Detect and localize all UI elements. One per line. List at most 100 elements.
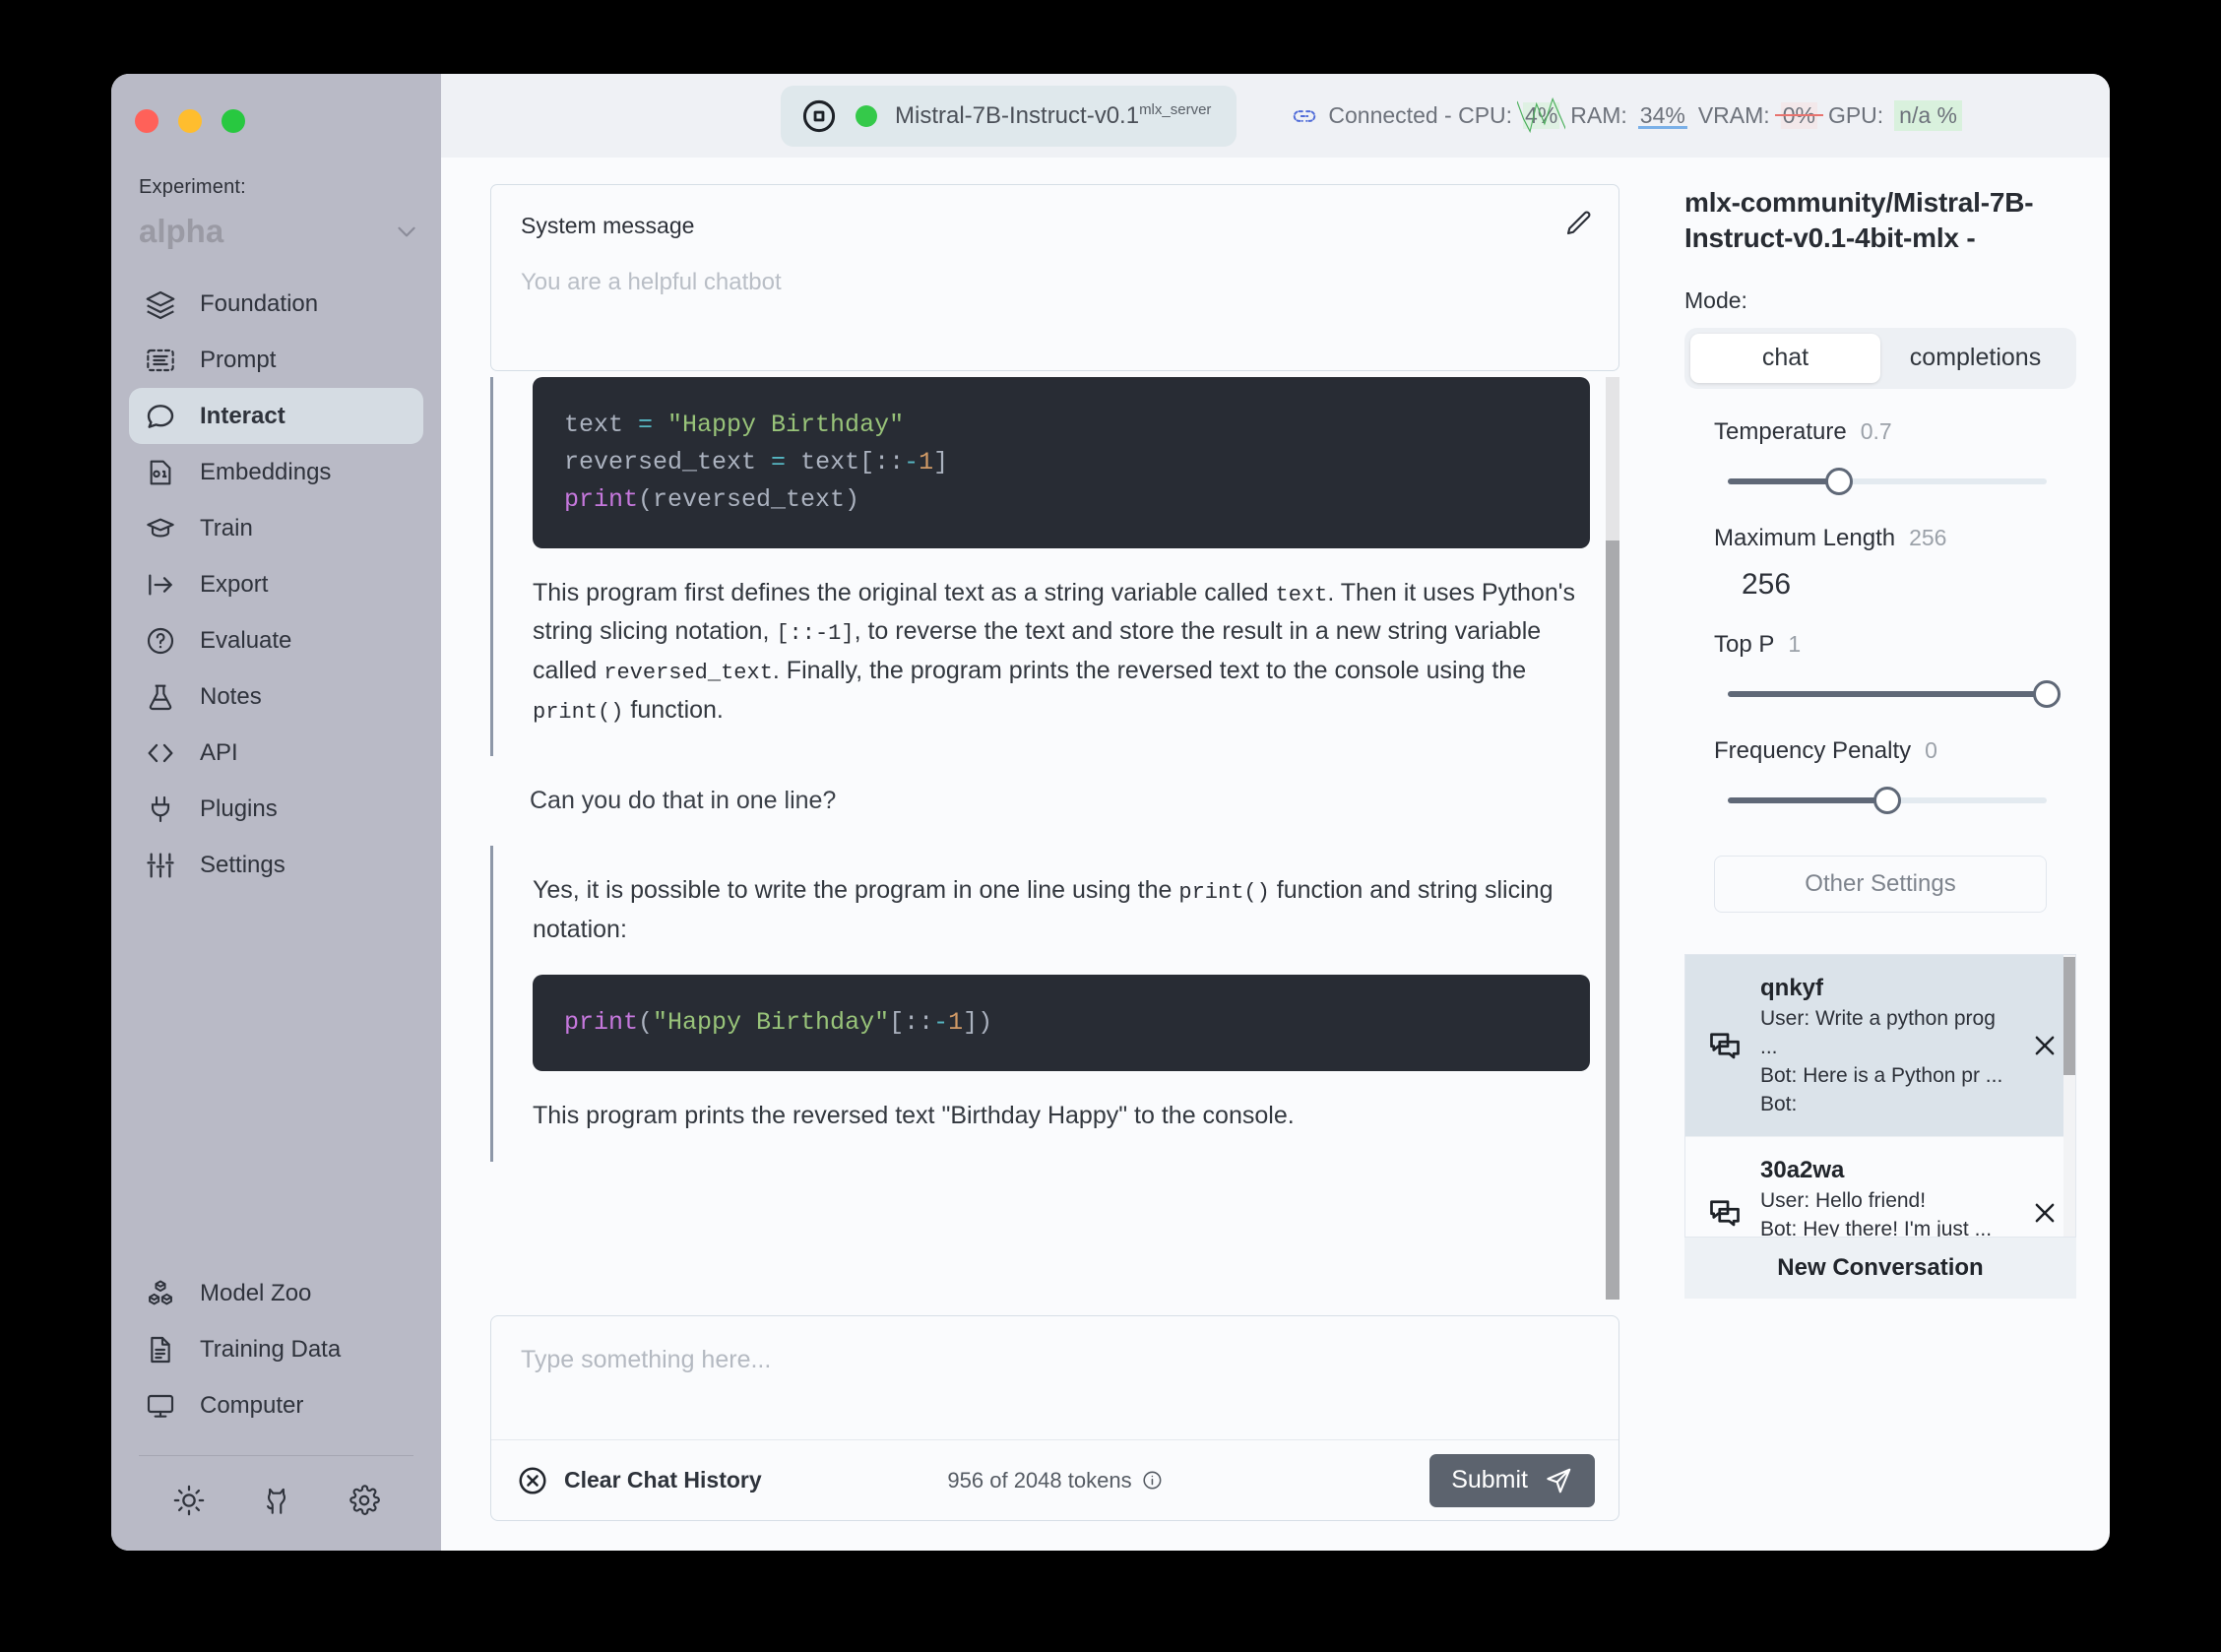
sidebar-item-label: Computer xyxy=(200,1391,304,1419)
link-icon xyxy=(1292,103,1317,129)
plug-icon xyxy=(145,794,176,825)
gear-icon[interactable] xyxy=(348,1484,381,1517)
user-text: Can you do that in one line? xyxy=(530,786,837,814)
conversation-icon xyxy=(1707,1028,1743,1063)
slider-knob[interactable] xyxy=(1825,467,1854,495)
sidebar-item-label: API xyxy=(200,738,238,766)
cubes-icon xyxy=(145,1278,176,1309)
system-message-input[interactable]: You are a helpful chatbot xyxy=(521,269,1589,296)
mode-label: Mode: xyxy=(1684,286,1747,313)
content-row: System message You are a helpful chatbot… xyxy=(441,158,2110,1551)
maximum-length-input[interactable]: 256 xyxy=(1684,568,2076,602)
sidebar-item-embeddings[interactable]: Embeddings xyxy=(129,444,423,500)
experiment-label: Experiment: xyxy=(139,176,246,198)
window-traffic-lights xyxy=(111,92,441,133)
close-icon[interactable] xyxy=(2030,1031,2060,1060)
mode-option-chat[interactable]: chat xyxy=(1690,333,1880,383)
experiment-selector[interactable]: alpha xyxy=(139,213,419,250)
settings-panel: mlx-community/Mistral-7B-Instruct-v0.1-4… xyxy=(1657,158,2110,1551)
export-arrow-icon xyxy=(145,569,176,601)
code-block: print("Happy Birthday"[::-1]) xyxy=(533,975,1590,1072)
composer-toolbar: Clear Chat History 956 of 2048 tokens Su… xyxy=(491,1439,1618,1520)
connection-status-text: Connected - CPU: xyxy=(1328,102,1513,128)
sidebar-item-label: Embeddings xyxy=(200,458,332,485)
minimize-window-button[interactable] xyxy=(178,109,202,133)
sidebar-item-settings[interactable]: Settings xyxy=(129,837,423,893)
system-message-title: System message xyxy=(521,213,695,238)
chat-message-bot: Here is a Python program that writes "Ha… xyxy=(490,377,1590,756)
submit-button-label: Submit xyxy=(1451,1466,1528,1493)
top-bar: Mistral-7B-Instruct-v0.1mlx_server Conne… xyxy=(441,74,2110,158)
flask-icon xyxy=(145,681,176,713)
conversation-item[interactable]: 30a2wa User: Hello friend! Bot: Hey ther… xyxy=(1685,1137,2075,1238)
conversation-preview-line: User: Hello friend! xyxy=(1760,1188,1927,1212)
sun-icon[interactable] xyxy=(172,1484,206,1517)
param-value: 0 xyxy=(1925,736,1937,763)
new-conversation-button[interactable]: New Conversation xyxy=(1684,1237,2076,1299)
conversation-list-scrollbar-thumb[interactable] xyxy=(2063,956,2075,1075)
chat-scroll-area[interactable]: Here is a Python program that writes "Ha… xyxy=(490,377,1619,1300)
maximize-window-button[interactable] xyxy=(222,109,245,133)
top-p-slider[interactable] xyxy=(1728,679,2061,708)
sidebar-item-notes[interactable]: Notes xyxy=(129,668,423,725)
conversation-list-scrollbar[interactable] xyxy=(2063,954,2075,1237)
stop-square-icon[interactable] xyxy=(800,97,838,135)
chat-scrollbar-thumb[interactable] xyxy=(1606,540,1619,1300)
gpu-label: GPU: xyxy=(1827,102,1884,128)
sidebar-item-export[interactable]: Export xyxy=(129,556,423,612)
slider-fill xyxy=(1728,690,2047,697)
github-cat-icon[interactable] xyxy=(260,1484,293,1517)
sidebar-item-training-data[interactable]: Training Data xyxy=(129,1321,423,1377)
frequency-penalty-slider[interactable] xyxy=(1728,786,2047,814)
other-settings-button[interactable]: Other Settings xyxy=(1714,855,2047,913)
inline-code: print() xyxy=(533,699,624,725)
pencil-icon[interactable] xyxy=(1563,209,1593,238)
conversation-preview-line: Bot: Hey there! I'm just ... xyxy=(1760,1217,1993,1238)
param-label: Top P xyxy=(1714,630,1775,658)
info-circle-icon[interactable] xyxy=(1142,1470,1163,1491)
chat-scrollbar[interactable] xyxy=(1606,377,1619,1300)
mode-option-completions[interactable]: completions xyxy=(1880,334,2070,383)
sidebar-item-plugins[interactable]: Plugins xyxy=(129,781,423,837)
close-window-button[interactable] xyxy=(135,109,159,133)
chat-bubble-icon xyxy=(145,401,176,432)
sidebar-item-foundation[interactable]: Foundation xyxy=(129,276,423,332)
slider-fill xyxy=(1728,796,1887,803)
code-block: text = "Happy Birthday" reversed_text = … xyxy=(533,377,1590,548)
cpu-metric: 4% xyxy=(1517,96,1566,134)
submit-button[interactable]: Submit xyxy=(1429,1453,1595,1507)
slider-fill xyxy=(1728,477,1840,484)
param-temperature: Temperature 0.7 xyxy=(1684,418,2076,495)
sidebar-item-model-zoo[interactable]: Model Zoo xyxy=(129,1265,423,1321)
sidebar-item-train[interactable]: Train xyxy=(129,500,423,556)
chat-message-user: Can you do that in one line? xyxy=(490,756,1590,847)
temperature-slider[interactable] xyxy=(1728,467,2047,495)
main-column: Mistral-7B-Instruct-v0.1mlx_server Conne… xyxy=(441,74,2110,1551)
conversation-list[interactable]: qnkyf User: Write a python prog ... Bot:… xyxy=(1684,953,2076,1238)
bot-intro-text: Yes, it is possible to write the program… xyxy=(533,876,1554,943)
sidebar-item-prompt[interactable]: Prompt xyxy=(129,332,423,388)
clear-chat-history-button[interactable]: Clear Chat History xyxy=(517,1465,762,1496)
param-value: 256 xyxy=(1909,524,1947,550)
bot-explanation: This program first defines the original … xyxy=(533,578,1576,725)
server-status-pill[interactable]: Mistral-7B-Instruct-v0.1mlx_server xyxy=(781,85,1237,147)
sidebar-footer-icons xyxy=(111,1456,441,1551)
sidebar-nav: Foundation Prompt Interact Embeddings Tr… xyxy=(111,276,441,893)
close-icon[interactable] xyxy=(2030,1198,2060,1228)
param-label: Maximum Length xyxy=(1714,524,1896,551)
slider-knob[interactable] xyxy=(1873,786,1901,814)
slider-knob[interactable] xyxy=(2033,679,2061,708)
conversation-item[interactable]: qnkyf User: Write a python prog ... Bot:… xyxy=(1685,954,2075,1137)
message-input[interactable]: Type something here... xyxy=(491,1316,1618,1439)
graduation-cap-icon xyxy=(145,513,176,544)
clear-chat-history-label: Clear Chat History xyxy=(564,1467,762,1493)
sidebar-item-api[interactable]: API xyxy=(129,725,423,781)
conversation-icon xyxy=(1707,1195,1743,1231)
sidebar-item-computer[interactable]: Computer xyxy=(129,1377,423,1433)
sidebar-item-evaluate[interactable]: Evaluate xyxy=(129,612,423,668)
vram-metric: 0% xyxy=(1774,102,1823,129)
sidebar-item-interact[interactable]: Interact xyxy=(129,388,423,444)
system-message-box[interactable]: System message You are a helpful chatbot xyxy=(490,184,1619,371)
sidebar-item-label: Interact xyxy=(200,402,286,429)
chevron-down-icon xyxy=(394,219,419,244)
